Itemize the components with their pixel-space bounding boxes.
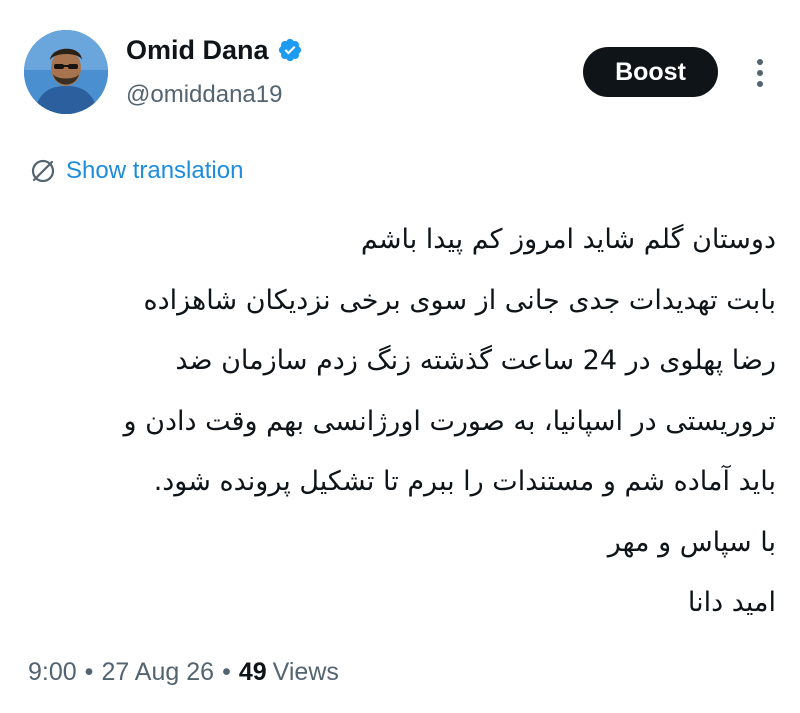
tweet-date[interactable]: 27 Aug 26 (101, 652, 214, 692)
show-translation-label: Show translation (66, 157, 244, 184)
meta-separator: • (222, 658, 231, 686)
views-count[interactable]: 49 (239, 652, 267, 692)
tweet-line: تروریستی در اسپانیا، به صورت اورژانسی به… (123, 405, 777, 437)
boost-button[interactable]: Boost (583, 47, 718, 97)
meta-separator: • (84, 658, 94, 686)
tweet-meta: 9:00 • 27 Aug 26 • 49 Views (28, 652, 339, 692)
tweet-line: با سپاس و مهر (607, 526, 776, 558)
avatar[interactable] (24, 30, 108, 114)
views-label[interactable]: Views (273, 652, 339, 692)
author-display-name[interactable]: Omid Dana (126, 34, 269, 66)
tweet-header: Omid Dana @omiddana19 Boost (0, 0, 800, 140)
name-row: Omid Dana (126, 34, 303, 66)
show-translation-link[interactable]: Show translation (30, 155, 243, 187)
globe-strike-icon (30, 158, 56, 184)
more-vertical-icon[interactable] (748, 56, 772, 90)
author-handle[interactable]: @omiddana19 (126, 80, 282, 110)
tweet-line: بابت تهدیدات جدی جانی از سوی برخی نزدیکا… (143, 284, 776, 316)
tweet-line: رضا پهلوی در 24 ساعت گذشته زنگ زدم سازما… (175, 345, 776, 376)
tweet-line: دوستان گلم شاید امروز کم پیدا باشم (360, 224, 776, 255)
tweet-line: امید دانا (687, 587, 776, 618)
tweet-line: باید آماده شم و مستندات را ببرم تا تشکیل… (153, 466, 776, 497)
tweet-text: دوستان گلم شاید امروز کم پیدا باشم بابت … (24, 210, 777, 634)
avatar-image (24, 30, 108, 114)
tweet-time[interactable]: 9:00 (28, 652, 77, 692)
verified-badge-icon[interactable] (277, 37, 303, 63)
